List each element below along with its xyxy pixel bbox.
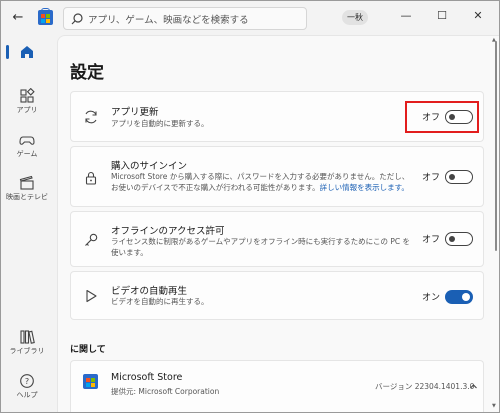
about-version: バージョン 22304.1401.3.0 <box>375 382 475 391</box>
setting-description: Microsoft Store から購入する際に、パスワードを入力する必要があり… <box>111 172 410 192</box>
setting-card-offline-permissions: オフラインのアクセス許可 ライセンス数に制限があるゲームやアプリをオフライン時に… <box>70 211 484 267</box>
sidebar: アプリ ゲーム 映画とテレビ ライブラリ ? ヘルプ <box>1 35 53 412</box>
close-button[interactable]: ✕ <box>468 6 488 26</box>
apps-icon <box>20 88 35 103</box>
sidebar-item-label: アプリ <box>16 106 38 114</box>
setting-description: ビデオを自動的に再生する。 <box>111 297 209 306</box>
about-section-heading: に関して <box>70 345 106 355</box>
microsoft-store-logo-icon <box>83 374 98 389</box>
setting-card-purchase-signin: 購入のサインイン Microsoft Store から購入する際に、パスワードを… <box>70 146 484 207</box>
play-icon <box>86 289 97 303</box>
purchase-signin-toggle[interactable] <box>445 170 473 184</box>
sidebar-item-movies-tv[interactable]: 映画とテレビ <box>1 175 53 202</box>
highlight-box <box>405 101 479 133</box>
toggle-state-label: オン <box>422 293 441 303</box>
microsoft-store-logo-icon <box>38 8 53 25</box>
help-icon: ? <box>20 374 34 388</box>
page-title: 設定 <box>70 63 104 83</box>
scrollbar-thumb[interactable] <box>495 41 497 251</box>
scroll-down-arrow[interactable]: ▼ <box>492 403 496 409</box>
key-icon <box>85 233 98 246</box>
about-app-name: Microsoft Store <box>111 372 183 383</box>
about-publisher: 提供元: Microsoft Corporation <box>111 387 220 396</box>
minimize-button[interactable]: — <box>396 6 416 26</box>
setting-title: ビデオの自動再生 <box>111 286 188 297</box>
setting-description: アプリを自動的に更新する。 <box>111 119 209 128</box>
setting-title: 購入のサインイン <box>111 161 188 172</box>
sidebar-item-home[interactable] <box>1 44 53 60</box>
setting-title: オフラインのアクセス許可 <box>111 226 225 237</box>
library-icon <box>20 330 35 344</box>
toggle-state-label: オフ <box>422 173 441 183</box>
setting-description: ライセンス数に制限があるゲームやアプリをオフライン時にも実行するためにこの PC… <box>111 237 411 257</box>
svg-text:?: ? <box>25 377 29 386</box>
sidebar-item-apps[interactable]: アプリ <box>1 88 53 115</box>
learn-more-link[interactable]: 詳しい情報を表示します。 <box>320 183 409 192</box>
title-bar: ← アプリ、ゲーム、映画などを検索する 一秋 — ☐ ✕ <box>1 1 499 35</box>
search-icon <box>71 13 83 25</box>
account-avatar[interactable]: 一秋 <box>342 10 368 25</box>
back-button[interactable]: ← <box>9 9 27 27</box>
setting-title: アプリ更新 <box>111 107 159 118</box>
setting-card-video-autoplay: ビデオの自動再生 ビデオを自動的に再生する。 オン <box>70 271 484 320</box>
store-window: ← アプリ、ゲーム、映画などを検索する 一秋 — ☐ ✕ アプリ ゲーム 映画と… <box>0 0 500 413</box>
sidebar-item-label: 映画とテレビ <box>6 193 48 201</box>
video-autoplay-toggle[interactable] <box>445 290 473 304</box>
sidebar-item-label: ゲーム <box>16 150 38 158</box>
offline-permissions-toggle[interactable] <box>445 232 473 246</box>
sidebar-item-games[interactable]: ゲーム <box>1 132 53 159</box>
chevron-up-icon[interactable] <box>469 382 478 391</box>
about-card: Microsoft Store 提供元: Microsoft Corporati… <box>70 360 484 412</box>
clapperboard-icon <box>19 175 34 190</box>
sidebar-item-label: ヘルプ <box>16 391 38 399</box>
home-icon <box>21 46 33 58</box>
sidebar-item-help[interactable]: ? ヘルプ <box>1 373 53 400</box>
settings-page: 設定 アプリ更新 アプリを自動的に更新する。 オフ 購入のサインイン Micro… <box>57 35 499 412</box>
maximize-button[interactable]: ☐ <box>432 6 452 26</box>
sidebar-item-label: ライブラリ <box>9 347 45 355</box>
search-placeholder: アプリ、ゲーム、映画などを検索する <box>88 15 249 26</box>
lock-icon <box>85 171 97 185</box>
gamepad-icon <box>19 136 35 145</box>
toggle-state-label: オフ <box>422 235 441 245</box>
search-input[interactable]: アプリ、ゲーム、映画などを検索する <box>63 7 307 30</box>
sidebar-item-library[interactable]: ライブラリ <box>1 329 53 356</box>
refresh-icon <box>85 110 97 124</box>
